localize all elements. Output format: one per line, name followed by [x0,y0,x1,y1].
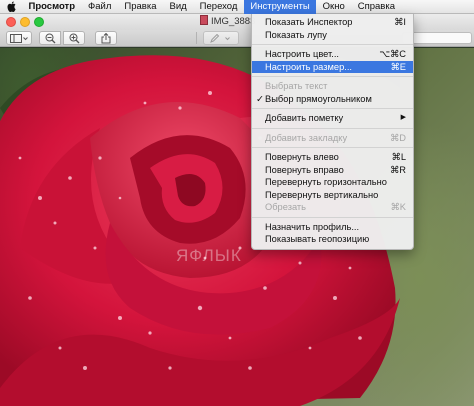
zoom-in-button[interactable] [63,31,85,45]
menu-item-shortcut: ⌘R [389,164,406,175]
toolbar-divider [196,32,197,44]
menu-item[interactable]: Повернуть влево ⌘L [252,151,413,164]
menu-item[interactable]: Добавить пометку ▶ [252,112,413,125]
window-controls [6,17,44,27]
menu-item-shortcut: ⌘D [389,132,406,143]
menu-item-shortcut: ⌥⌘C [379,49,406,59]
menu-item-shortcut: ⌘K [390,202,407,212]
menu-item[interactable]: ✓ Выбор прямоугольником [252,93,413,106]
menu-separator [252,108,413,109]
window-title-text: IMG_3883 [211,16,256,27]
menu-edit[interactable]: Правка [118,0,163,14]
menu-item-label: Выбрать текст [265,81,328,91]
menu-tools[interactable]: Инструменты [243,0,317,14]
share-button[interactable] [95,31,117,45]
menu-item: Обрезать ⌘K [252,201,413,214]
apple-icon[interactable] [0,1,22,12]
menu-item[interactable]: Повернуть вправо ⌘R [252,164,413,177]
menu-item-label: Добавить пометку [265,113,344,123]
menu-item-label: Показывать геопозицию [265,234,370,244]
menu-item[interactable]: Показывать геопозицию [252,233,413,246]
minimize-window-button[interactable] [20,17,30,27]
menu-item-label: Выбор прямоугольником [265,93,372,104]
tools-menu: Показать Инспектор ⌘I Показать лупу Настрои… [251,14,414,250]
menu-item-label: Назначить профиль... [265,221,360,232]
window-title: IMG_3883 [200,15,255,27]
menu-item[interactable]: Показать Инспектор ⌘I [252,16,413,29]
menu-item-label: Перевернуть вертикально [265,189,379,200]
menu-item-label: Настроить цвет... [265,49,340,59]
menu-go[interactable]: Переход [193,0,244,14]
menu-bar: Просмотр Файл Правка Вид Переход Инструм… [0,0,474,14]
menu-item: Выбрать текст [252,80,413,93]
menu-item[interactable]: Назначить профиль... [252,221,413,234]
zoom-out-button[interactable] [39,31,61,45]
pen-icon [210,33,232,43]
menu-item[interactable]: Перевернуть горизонтально [252,176,413,189]
menu-help[interactable]: Справка [351,0,401,14]
menu-item[interactable]: Настроить размер... ⌘E [252,60,413,73]
chevron-right-icon: ▶ [400,114,406,121]
image-file-icon [200,15,208,25]
menu-item-shortcut: ⌘L [391,152,406,162]
menu-separator [252,216,413,218]
menu-item-label: Настроить размер... [265,61,352,72]
zoom-in-icon [69,33,80,44]
menu-item-shortcut: ⌘E [390,61,407,72]
menu-item-label: Добавить закладку [265,132,348,143]
sidebar-toggle-button[interactable] [6,31,32,45]
menu-window[interactable]: Окно [316,0,351,14]
zoom-out-icon [45,33,56,44]
menu-separator [252,44,413,45]
close-window-button[interactable] [6,17,16,27]
menu-app-name[interactable]: Просмотр [22,0,82,14]
menu-view[interactable]: Вид [163,0,193,14]
menu-item-shortcut: ⌘I [394,17,406,27]
menu-item-label: Повернуть влево [265,152,339,162]
menu-item-label: Перевернуть горизонтально [265,177,387,187]
menu-item[interactable]: Настроить цвет... ⌥⌘C [252,48,413,61]
menu-item-label: Показать лупу [265,29,327,40]
menu-item-label: Обрезать [265,202,307,212]
markup-button[interactable] [203,31,239,45]
menu-item-label: Повернуть вправо [265,164,344,175]
menu-item: Добавить закладку ⌘D [252,132,413,145]
sidebar-icon [10,33,28,43]
share-icon [101,32,111,44]
zoom-window-button[interactable] [34,17,44,27]
menu-separator [252,127,413,129]
menu-file[interactable]: Файл [82,0,118,14]
menu-item-label: Показать Инспектор [265,17,353,27]
menu-item[interactable]: Перевернуть вертикально [252,189,413,202]
menu-separator [252,147,413,148]
menu-item[interactable]: Показать лупу [252,29,413,42]
checkmark-icon: ✓ [256,93,264,104]
watermark: ЯФЛЫК [176,246,242,265]
menu-separator [252,76,413,77]
